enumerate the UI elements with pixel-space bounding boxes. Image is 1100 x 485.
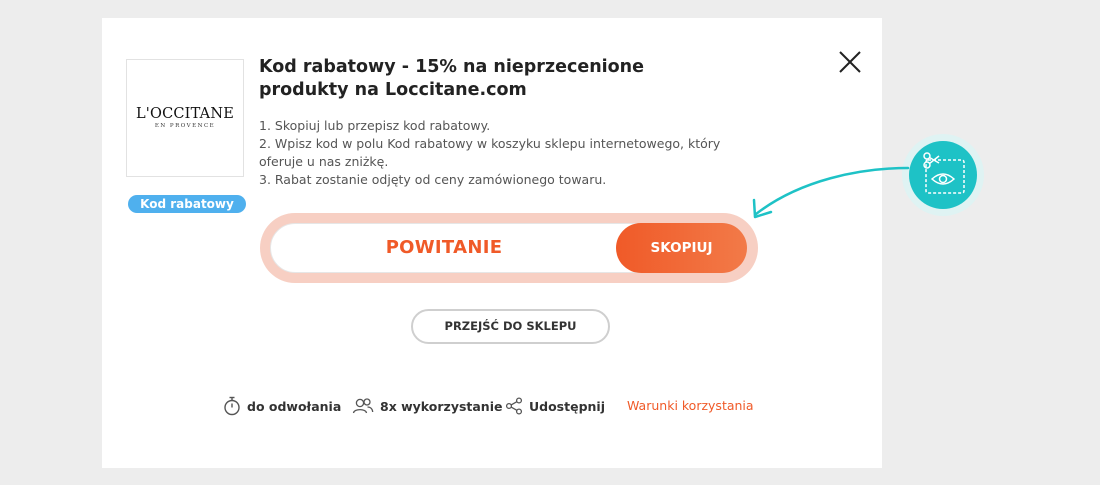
coupon-type-badge: Kod rabatowy xyxy=(128,195,246,213)
validity-info: do odwołania xyxy=(223,396,341,416)
share-icon xyxy=(505,397,523,415)
close-icon xyxy=(839,51,861,73)
users-icon xyxy=(352,398,374,414)
terms-link[interactable]: Warunki korzystania xyxy=(627,396,754,416)
share-label: Udostępnij xyxy=(529,398,605,414)
close-button[interactable] xyxy=(838,50,862,74)
hint-arrow-icon xyxy=(752,166,910,219)
usage-text: 8x wykorzystanie xyxy=(380,398,503,414)
coupon-modal: L'OCCITANE EN PROVENCE Kod rabatowy Kod … xyxy=(102,18,882,468)
go-to-shop-button[interactable]: PRZEJŚĆ DO SKLEPU xyxy=(411,309,610,344)
brand-logo: L'OCCITANE EN PROVENCE xyxy=(126,59,244,177)
logo-tagline: EN PROVENCE xyxy=(154,123,216,130)
hint-badge xyxy=(909,141,977,209)
instruction-step: 2. Wpisz kod w polu Kod rabatowy w koszy… xyxy=(259,136,721,169)
share-button[interactable]: Udostępnij xyxy=(505,396,605,416)
instruction-step: 1. Skopiuj lub przepisz kod rabatowy. xyxy=(259,118,491,133)
copy-code-button[interactable]: SKOPIUJ xyxy=(616,223,747,273)
instruction-step: 3. Rabat zostanie odjęty od ceny zamówio… xyxy=(259,172,607,187)
coupon-code-box: POWITANIE SKOPIUJ xyxy=(260,213,758,283)
logo-wordmark: L'OCCITANE xyxy=(135,105,235,122)
validity-text: do odwołania xyxy=(247,398,342,414)
coupon-code-field[interactable]: POWITANIE SKOPIUJ xyxy=(270,223,747,273)
stopwatch-icon xyxy=(224,396,240,416)
coupon-code[interactable]: POWITANIE xyxy=(271,224,617,272)
instructions-list: 1. Skopiuj lub przepisz kod rabatowy. 2.… xyxy=(259,117,729,189)
scissors-coupon-icon xyxy=(923,152,965,194)
usage-info: 8x wykorzystanie xyxy=(352,396,502,416)
offer-title: Kod rabatowy - 15% na nieprzecenione pro… xyxy=(259,57,645,100)
